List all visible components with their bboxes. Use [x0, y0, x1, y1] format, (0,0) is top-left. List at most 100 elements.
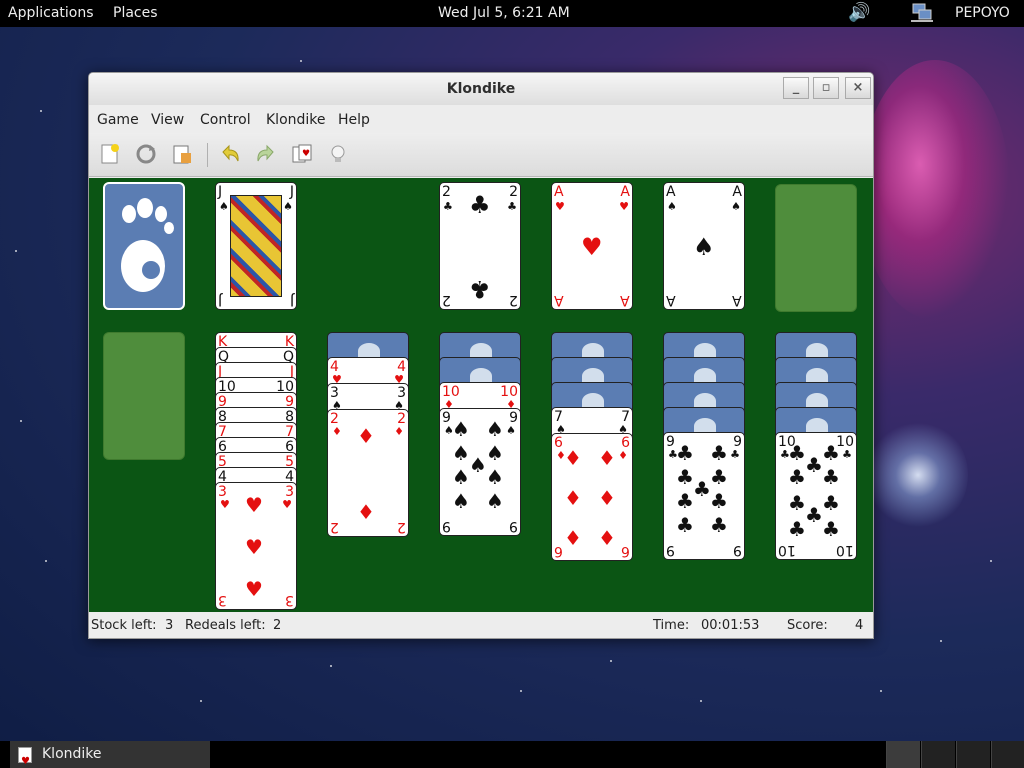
card-rank: 9	[442, 410, 451, 426]
club-icon: ♣	[710, 489, 728, 513]
tableau-card[interactable]: 3 3 ♥ ♥ ♥ ♥ ♥ 3 3	[215, 482, 297, 610]
workspace-3[interactable]	[956, 741, 990, 768]
maximize-button[interactable]: ▫	[813, 77, 839, 99]
hint-icon[interactable]	[327, 143, 349, 165]
heart-icon: ♥	[581, 233, 603, 261]
minimize-button[interactable]: _	[783, 77, 809, 99]
taskbar-klondike-button[interactable]: ♥ Klondike	[10, 741, 210, 768]
new-game-icon[interactable]	[99, 143, 121, 165]
card-suit: ♦	[332, 425, 342, 438]
club-icon: ♣	[693, 477, 711, 501]
toolbar: ♥	[89, 133, 873, 177]
card-rank: 4	[330, 359, 339, 375]
menu-bar: Game View Control Klondike Help	[89, 105, 873, 133]
clock[interactable]: Wed Jul 5, 6:21 AM	[438, 5, 570, 21]
restart-icon[interactable]	[135, 143, 157, 165]
card-suit: ♣	[507, 200, 517, 213]
star	[20, 420, 22, 422]
card-rank: 2	[442, 292, 451, 308]
star	[330, 665, 332, 667]
card-rank: 2	[397, 519, 406, 535]
diamond-icon: ♦	[598, 486, 616, 510]
spade-icon: ♠	[452, 489, 470, 513]
tableau-card[interactable]: 2 2 ♦ ♦ ♦ ♦ 2 2	[327, 409, 409, 537]
tableau-card[interactable]: 10 10 ♣ ♣ ♣ ♣ ♣ ♣ ♣ ♣ ♣ ♣ ♣ ♣ 10 10	[775, 432, 857, 560]
foundation-hearts[interactable]: A A ♥ ♥ ♥ A A	[551, 182, 633, 310]
workspace-1[interactable]	[886, 741, 920, 768]
top-panel: Applications Places Wed Jul 5, 6:21 AM 🔊…	[0, 0, 1024, 27]
redo-icon[interactable]	[255, 143, 277, 165]
deal-icon[interactable]: ♥	[291, 143, 313, 165]
club-icon: ♣	[676, 489, 694, 513]
card-rank: 10	[500, 384, 518, 400]
card-suit: ♦	[618, 449, 628, 462]
card-rank: 4	[397, 359, 406, 375]
card-rank: 6	[554, 543, 563, 559]
menu-help[interactable]: Help	[338, 112, 370, 128]
card-rank: A	[620, 292, 630, 308]
tableau-card[interactable]: 6 6 ♦ ♦ ♦ ♦ ♦ ♦ ♦ ♦ 6 6	[551, 433, 633, 561]
card-rank: J	[218, 292, 223, 308]
card-rank: A	[620, 184, 630, 200]
card-rank: 2	[509, 292, 518, 308]
close-button[interactable]: ×	[845, 77, 871, 99]
firework-burst-blue	[868, 420, 968, 530]
star	[990, 560, 992, 562]
card-rank: 3	[330, 385, 339, 401]
menu-control[interactable]: Control	[200, 112, 251, 128]
menu-view[interactable]: View	[151, 112, 184, 128]
undo-icon[interactable]	[219, 143, 241, 165]
card-rank: 2	[509, 184, 518, 200]
card-rank: 6	[554, 435, 563, 451]
card-rank: 9	[666, 542, 675, 558]
card-rank: 3	[397, 385, 406, 401]
workspace-4[interactable]	[991, 741, 1024, 768]
foundation-spades[interactable]: A A ♠ ♠ ♠ A A	[663, 182, 745, 310]
workspace-2[interactable]	[921, 741, 955, 768]
stock-pile[interactable]	[103, 182, 185, 310]
menu-klondike[interactable]: Klondike	[266, 112, 326, 128]
card-rank: A	[666, 292, 676, 308]
tableau-card[interactable]: 9 9 ♣ ♣ ♣ ♣ ♣ ♣ ♣ ♣ ♣ ♣ ♣ 9 9	[663, 432, 745, 560]
taskbar: ♥ Klondike	[0, 741, 1024, 768]
diamond-icon: ♦	[598, 526, 616, 550]
card-rank: 2	[330, 411, 339, 427]
club-icon: ♣	[710, 441, 728, 465]
club-icon: ♣	[822, 441, 840, 465]
card-rank: 3	[285, 484, 294, 500]
card-suit: ♣	[443, 200, 453, 213]
select-game-icon[interactable]	[171, 143, 193, 165]
card-suit: ♠	[283, 200, 293, 213]
window-title: Klondike	[446, 81, 516, 97]
club-icon: ♣	[788, 465, 806, 489]
star	[700, 700, 702, 702]
club-icon: ♣	[822, 491, 840, 515]
tableau-card[interactable]: 9 9 ♠ ♠ ♠ ♠ ♠ ♠ ♠ ♠ ♠ ♠ ♠ 9 9	[439, 408, 521, 536]
user-menu[interactable]: PEPOYO	[955, 5, 1010, 21]
club-icon: ♣	[805, 503, 823, 527]
card-rank: 9	[442, 518, 451, 534]
spade-icon: ♠	[452, 417, 470, 441]
heart-icon: ♥	[245, 577, 263, 601]
waste-card[interactable]: J J ♠ ♠ J J	[215, 182, 297, 310]
tableau-empty-slot[interactable]	[103, 332, 185, 460]
menu-game[interactable]: Game	[97, 112, 139, 128]
card-rank: 3	[218, 484, 227, 500]
applications-menu[interactable]: Applications	[8, 5, 94, 21]
title-bar[interactable]: Klondike _ ▫ ×	[89, 73, 873, 105]
club-icon: ♣	[676, 513, 694, 537]
card-rank: 9	[509, 518, 518, 534]
foundation-clubs[interactable]: 2 2 ♣ ♣ ♣ ♣ 2 2	[439, 182, 521, 310]
places-menu[interactable]: Places	[113, 5, 158, 21]
club-icon: ♣	[676, 465, 694, 489]
club-icon: ♣	[676, 441, 694, 465]
network-icon[interactable]	[910, 2, 934, 28]
foundation-empty-slot[interactable]	[775, 184, 857, 312]
volume-icon[interactable]: 🔊	[848, 2, 870, 23]
diamond-icon: ♦	[564, 446, 582, 470]
star	[45, 560, 47, 562]
card-rank: A	[554, 292, 564, 308]
card-rank: 9	[666, 434, 675, 450]
card-suit: ♠	[667, 200, 677, 213]
card-rank: J	[218, 184, 223, 200]
